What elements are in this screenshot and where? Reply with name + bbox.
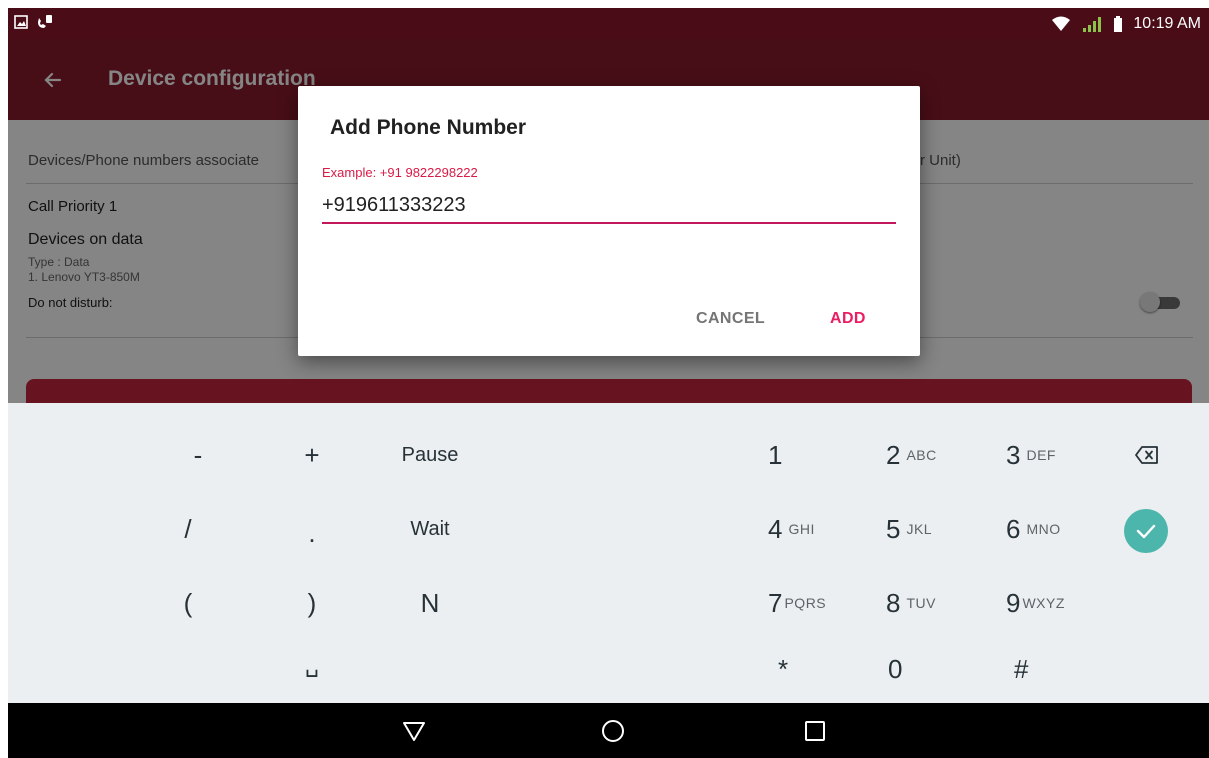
phone-keypad: - + Pause / . Wait ( ) N ␣ 1 2 ABC 3 DEF 4…	[8, 403, 1209, 703]
key-label: /	[184, 513, 192, 544]
key-label: (	[183, 587, 193, 618]
key-letters: ABC	[906, 447, 937, 463]
key-label: .	[308, 517, 316, 548]
phone-number-hint: Example: +91 9822298222	[322, 165, 478, 180]
backspace-icon	[1135, 446, 1158, 464]
key-digit: *	[778, 653, 789, 684]
call-notification-icon	[38, 15, 52, 28]
key-3[interactable]: 3 DEF	[1006, 425, 1106, 485]
key-5[interactable]: 5 JKL	[886, 499, 986, 559]
key-digit: 5	[886, 513, 901, 544]
key-0[interactable]: 0	[888, 639, 968, 699]
key-7[interactable]: 7 PQRS	[768, 573, 868, 633]
key-9[interactable]: 9 WXYZ	[1006, 573, 1106, 633]
key-letters: TUV	[906, 595, 936, 611]
signal-icon	[1083, 16, 1102, 32]
key-label: Wait	[410, 517, 450, 540]
status-icons-right: 10:19 AM	[1051, 8, 1201, 39]
key-pause[interactable]: Pause	[378, 425, 482, 485]
key-6[interactable]: 6 MNO	[1006, 499, 1106, 559]
key-label: Pause	[401, 443, 459, 466]
status-bar: 10:19 AM	[8, 8, 1209, 39]
key-period[interactable]: .	[272, 503, 352, 563]
key-digit: 0	[888, 653, 903, 684]
backspace-key[interactable]	[1122, 425, 1172, 485]
key-label: +	[304, 439, 320, 470]
navigation-bar	[8, 703, 1209, 758]
key-minus[interactable]: -	[158, 425, 238, 485]
add-phone-number-dialog: Add Phone Number Example: +91 9822298222…	[298, 86, 920, 356]
image-notification-icon	[14, 15, 28, 29]
key-digit: 8	[886, 587, 901, 618]
dialog-title: Add Phone Number	[330, 116, 527, 139]
key-8[interactable]: 8 TUV	[886, 573, 986, 633]
key-digit: #	[1014, 653, 1029, 684]
key-wait[interactable]: Wait	[378, 499, 482, 559]
key-asterisk[interactable]: *	[778, 639, 858, 699]
back-triangle-icon[interactable]	[401, 718, 427, 744]
key-letters: WXYZ	[1022, 595, 1065, 611]
key-letters: PQRS	[784, 595, 827, 611]
key-digit: 9	[1006, 587, 1021, 618]
key-letters: GHI	[788, 521, 815, 537]
done-button[interactable]	[1124, 509, 1168, 553]
cancel-button[interactable]: CANCEL	[696, 310, 765, 328]
key-close-paren[interactable]: )	[272, 573, 352, 633]
key-slash[interactable]: /	[148, 499, 228, 559]
status-clock: 10:19 AM	[1133, 14, 1201, 32]
key-digit: 1	[768, 439, 783, 470]
status-icons-left	[14, 14, 54, 30]
key-digit: 3	[1006, 439, 1021, 470]
recents-square-icon[interactable]	[802, 718, 828, 744]
wifi-icon	[1052, 16, 1071, 31]
key-hash[interactable]: #	[1014, 639, 1094, 699]
key-open-paren[interactable]: (	[148, 573, 228, 633]
key-4[interactable]: 4 GHI	[768, 499, 868, 559]
key-1[interactable]: 1	[768, 425, 858, 485]
home-circle-icon[interactable]	[600, 718, 626, 744]
key-digit: 7	[768, 587, 783, 618]
key-plus[interactable]: +	[272, 425, 352, 485]
key-digit: 2	[886, 439, 901, 470]
key-label: ␣	[305, 652, 319, 677]
phone-number-input[interactable]	[322, 188, 896, 224]
key-label: )	[307, 587, 317, 618]
key-letters: DEF	[1026, 447, 1056, 463]
key-2[interactable]: 2 ABC	[886, 425, 986, 485]
device-screen: 10:19 AM Device configuration Devices/Ph…	[8, 8, 1209, 758]
key-letters: JKL	[906, 521, 933, 537]
battery-icon	[1114, 15, 1123, 32]
key-digit: 6	[1006, 513, 1021, 544]
key-label: -	[193, 439, 203, 470]
add-button[interactable]: ADD	[830, 310, 866, 328]
key-n[interactable]: N	[378, 573, 482, 633]
key-letters: MNO	[1026, 521, 1061, 537]
key-label: N	[420, 587, 440, 618]
check-icon	[1136, 524, 1156, 539]
key-digit: 4	[768, 513, 783, 544]
key-space[interactable]: ␣	[272, 635, 352, 695]
